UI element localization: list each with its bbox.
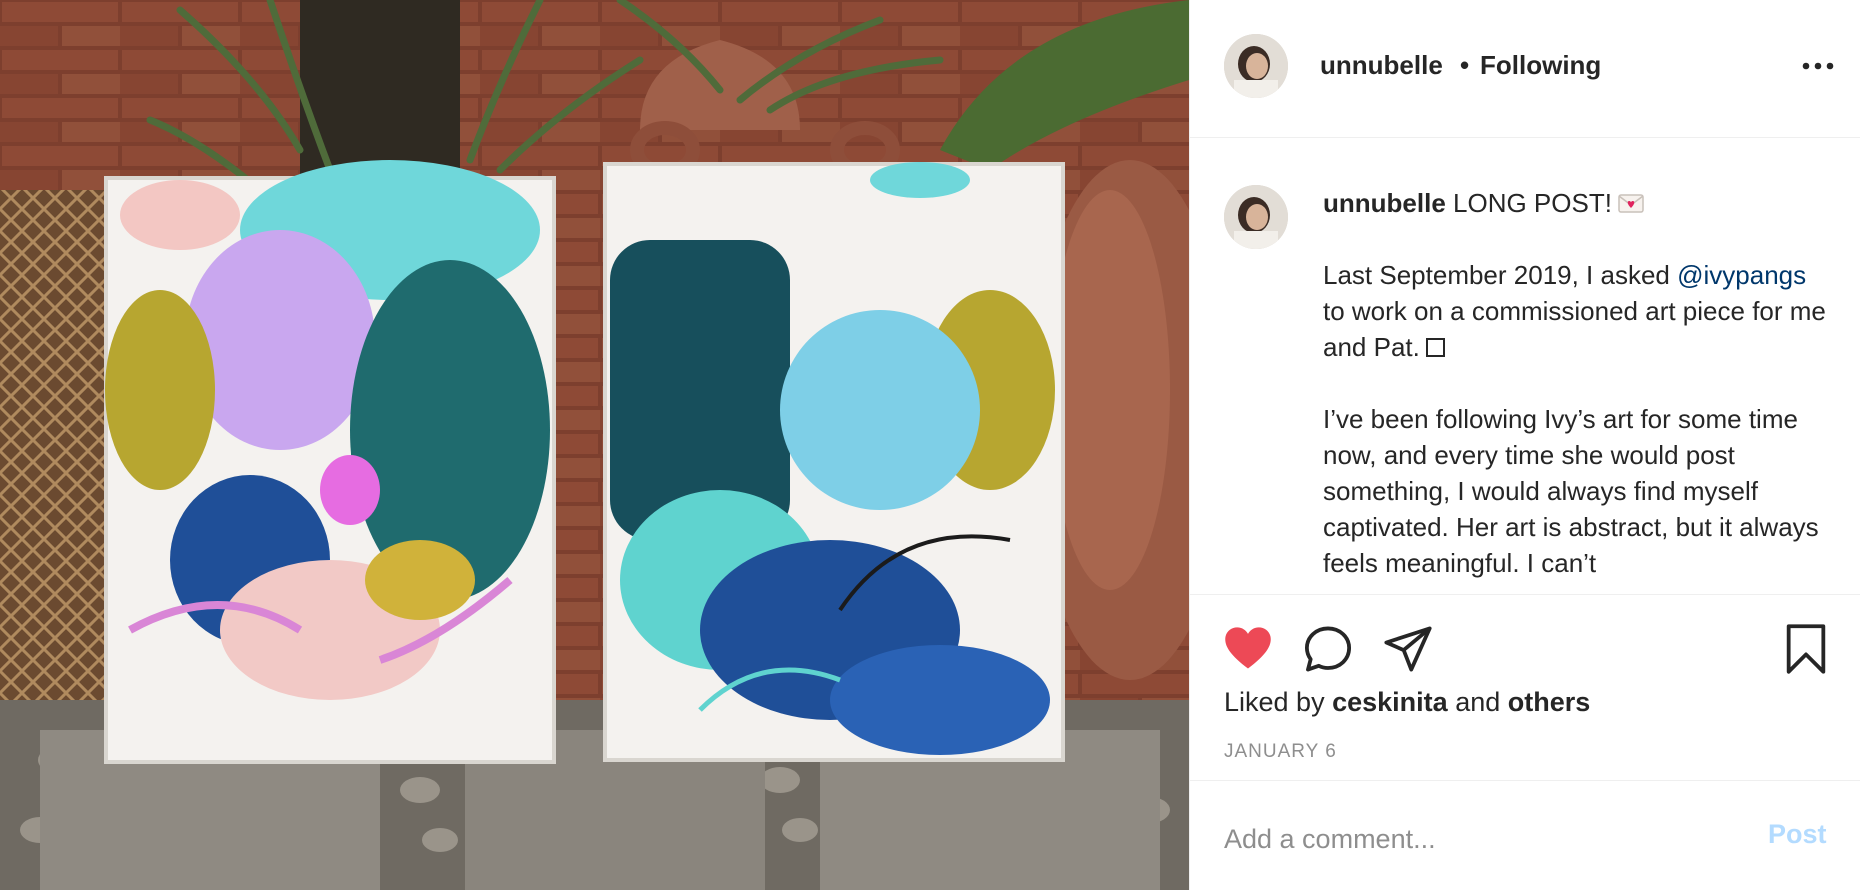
love-letter-icon xyxy=(1618,194,1644,213)
comment-input[interactable] xyxy=(1224,819,1744,859)
caption-area: unnubelle LONG POST! Last September 2019… xyxy=(1190,139,1860,594)
mention-link[interactable]: @ivypangs xyxy=(1677,260,1806,290)
paintings-photo xyxy=(0,0,1189,890)
heart-filled-icon[interactable] xyxy=(1222,623,1274,675)
missing-emoji-box xyxy=(1425,338,1445,357)
liked-by-prefix: Liked by xyxy=(1224,687,1325,717)
likes-summary: Liked by ceskinita and others xyxy=(1224,687,1590,718)
follow-status-button[interactable]: Following xyxy=(1480,50,1601,81)
comment-bar: Post xyxy=(1190,780,1860,890)
more-horizontal-icon[interactable] xyxy=(1800,56,1836,76)
caption-paragraph-1-end: to work on a commissioned art piece for … xyxy=(1323,296,1826,362)
caption-username[interactable]: unnubelle xyxy=(1323,188,1446,218)
post-date[interactable]: JANUARY 6 xyxy=(1224,741,1337,763)
comment-icon[interactable] xyxy=(1302,623,1354,675)
caption-paragraph-1-start: Last September 2019, I asked xyxy=(1323,260,1670,290)
liked-and: and xyxy=(1455,687,1501,717)
caption-paragraph-2: I’ve been following Ivy’s art for some t… xyxy=(1323,404,1819,578)
paper-plane-icon[interactable] xyxy=(1382,623,1434,675)
post-header: unnubelle • Following xyxy=(1190,0,1860,138)
post-photo[interactable] xyxy=(0,0,1189,890)
separator-dot: • xyxy=(1460,50,1470,80)
post-side-panel: unnubelle • Following unnubelle LONG POS… xyxy=(1189,0,1860,890)
avatar[interactable] xyxy=(1224,34,1288,98)
bookmark-icon[interactable] xyxy=(1780,623,1832,675)
caption-avatar[interactable] xyxy=(1224,185,1288,249)
header-username[interactable]: unnubelle xyxy=(1320,50,1443,81)
caption-title: LONG POST! xyxy=(1453,188,1612,218)
caption-text: unnubelle LONG POST! Last September 2019… xyxy=(1323,185,1833,594)
liked-others-link[interactable]: others xyxy=(1508,687,1591,717)
liked-user-link[interactable]: ceskinita xyxy=(1332,687,1448,717)
post-comment-button[interactable]: Post xyxy=(1768,819,1827,850)
post-actions: Liked by ceskinita and others JANUARY 6 xyxy=(1190,594,1860,780)
